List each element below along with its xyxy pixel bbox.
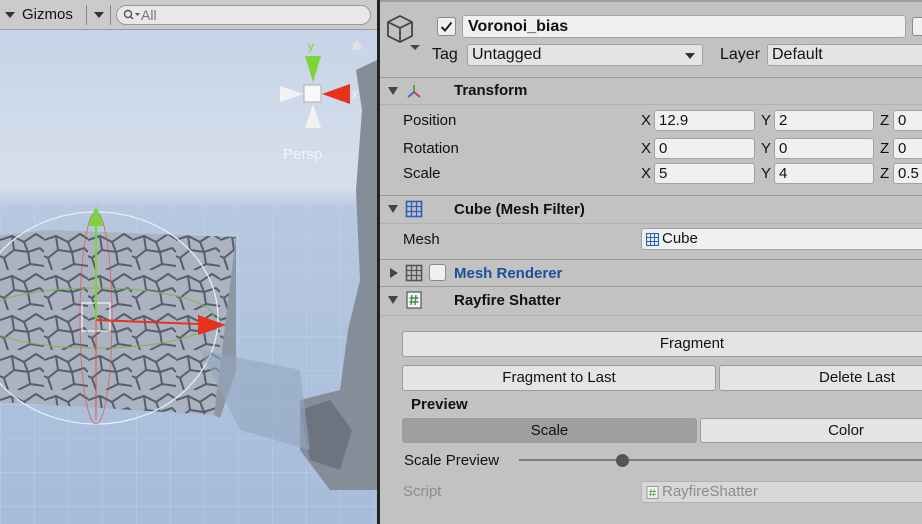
axis-z-label: Z	[880, 165, 890, 182]
scale-x-field[interactable]: 5	[654, 163, 755, 184]
mesh-renderer-enabled-checkbox[interactable]	[429, 264, 446, 281]
scene-toolbar: Gizmos	[0, 0, 377, 30]
script-object-field: RayfireShatter	[641, 481, 922, 503]
dropdown-arrow-icon[interactable]	[4, 7, 16, 21]
toolbar-divider	[110, 5, 111, 25]
rotation-label: Rotation	[403, 140, 459, 157]
mesh-object-field[interactable]: Cube	[641, 228, 922, 250]
rotation-z-field[interactable]: 0	[893, 138, 922, 159]
gizmos-menu[interactable]: Gizmos	[22, 6, 73, 23]
position-y-field[interactable]: 2	[774, 110, 874, 131]
script-label: Script	[403, 483, 442, 500]
scale-tab[interactable]: Scale	[402, 418, 697, 443]
position-x-field[interactable]: 12.9	[654, 110, 755, 131]
checkmark-icon	[440, 21, 453, 32]
fragment-to-last-button[interactable]: Fragment to Last	[402, 365, 716, 391]
rayfire-shatter-header[interactable]: Rayfire Shatter	[380, 287, 922, 313]
scene-view[interactable]: Gizmos All y x Persp	[0, 0, 377, 524]
transform-title: Transform	[454, 82, 528, 99]
fragment-button[interactable]: Fragment	[402, 331, 922, 357]
scene-search[interactable]	[116, 5, 371, 25]
preview-label: Preview	[411, 396, 468, 413]
active-checkbox[interactable]	[437, 17, 456, 36]
position-z-field[interactable]: 0	[893, 110, 922, 131]
axis-y-label: Y	[761, 112, 772, 129]
script-icon	[406, 291, 422, 309]
tag-label: Tag	[432, 46, 458, 63]
scale-y-field[interactable]: 4	[774, 163, 874, 184]
object-name-field[interactable]: Voronoi_bias	[462, 15, 906, 38]
svg-text:y: y	[308, 39, 314, 53]
scale-preview-label: Scale Preview	[404, 452, 500, 469]
static-checkbox[interactable]	[912, 17, 922, 36]
scale-z-field[interactable]: 0.5	[893, 163, 922, 184]
scale-preview-slider-thumb[interactable]	[615, 454, 629, 467]
persp-label[interactable]: Persp	[283, 146, 322, 163]
mesh-label: Mesh	[403, 231, 440, 248]
gameobject-cube-icon	[387, 14, 420, 50]
axis-z-label: Z	[880, 140, 890, 157]
script-icon	[646, 486, 659, 499]
axis-x-label: X	[641, 140, 652, 157]
axis-x-label: X	[641, 165, 652, 182]
foldout-arrow-icon[interactable]	[388, 296, 398, 304]
foldout-arrow-icon[interactable]	[388, 87, 398, 95]
gizmos-dropdown-icon[interactable]	[93, 7, 105, 21]
mesh-filter-title: Cube (Mesh Filter)	[454, 201, 585, 218]
scale-preview-slider[interactable]	[519, 459, 922, 461]
tag-dropdown[interactable]: Untagged	[467, 44, 703, 66]
axis-y-label: Y	[761, 165, 772, 182]
rayfire-shatter-title: Rayfire Shatter	[454, 292, 561, 309]
foldout-arrow-icon[interactable]	[390, 268, 398, 278]
layer-dropdown[interactable]: Default	[767, 44, 922, 66]
mesh-renderer-header[interactable]: Mesh Renderer	[380, 260, 922, 286]
mesh-grid-icon	[646, 233, 659, 246]
mesh-filter-header[interactable]: Cube (Mesh Filter)	[380, 196, 922, 222]
transform-header[interactable]: Transform	[380, 78, 922, 104]
position-label: Position	[403, 112, 457, 129]
script-value: RayfireShatter	[662, 483, 758, 500]
mesh-renderer-title: Mesh Renderer	[454, 265, 563, 282]
scene-canvas[interactable]: y x	[0, 30, 377, 524]
chevron-down-icon	[685, 53, 695, 59]
rotation-y-field[interactable]: 0	[774, 138, 874, 159]
axis-y-label: Y	[761, 140, 772, 157]
toolbar-divider	[86, 5, 87, 25]
inspector-panel: Voronoi_bias Tag Untagged Layer Default …	[380, 0, 922, 524]
mesh-renderer-icon	[405, 264, 423, 282]
transform-icon	[407, 85, 421, 98]
foldout-arrow-icon[interactable]	[388, 205, 398, 213]
color-tab[interactable]: Color	[700, 418, 922, 443]
delete-last-button[interactable]: Delete Last	[719, 365, 922, 391]
scale-label: Scale	[403, 165, 441, 182]
axis-z-label: Z	[880, 112, 890, 129]
tag-value: Untagged	[472, 46, 542, 63]
mesh-value: Cube	[662, 230, 698, 247]
layer-label: Layer	[720, 46, 761, 63]
mesh-grid-icon	[405, 200, 423, 218]
svg-text:x: x	[352, 87, 358, 101]
rotation-x-field[interactable]: 0	[654, 138, 755, 159]
axis-x-label: X	[641, 112, 652, 129]
search-input[interactable]	[141, 7, 361, 23]
search-icon	[123, 9, 140, 20]
layer-value: Default	[772, 46, 823, 63]
